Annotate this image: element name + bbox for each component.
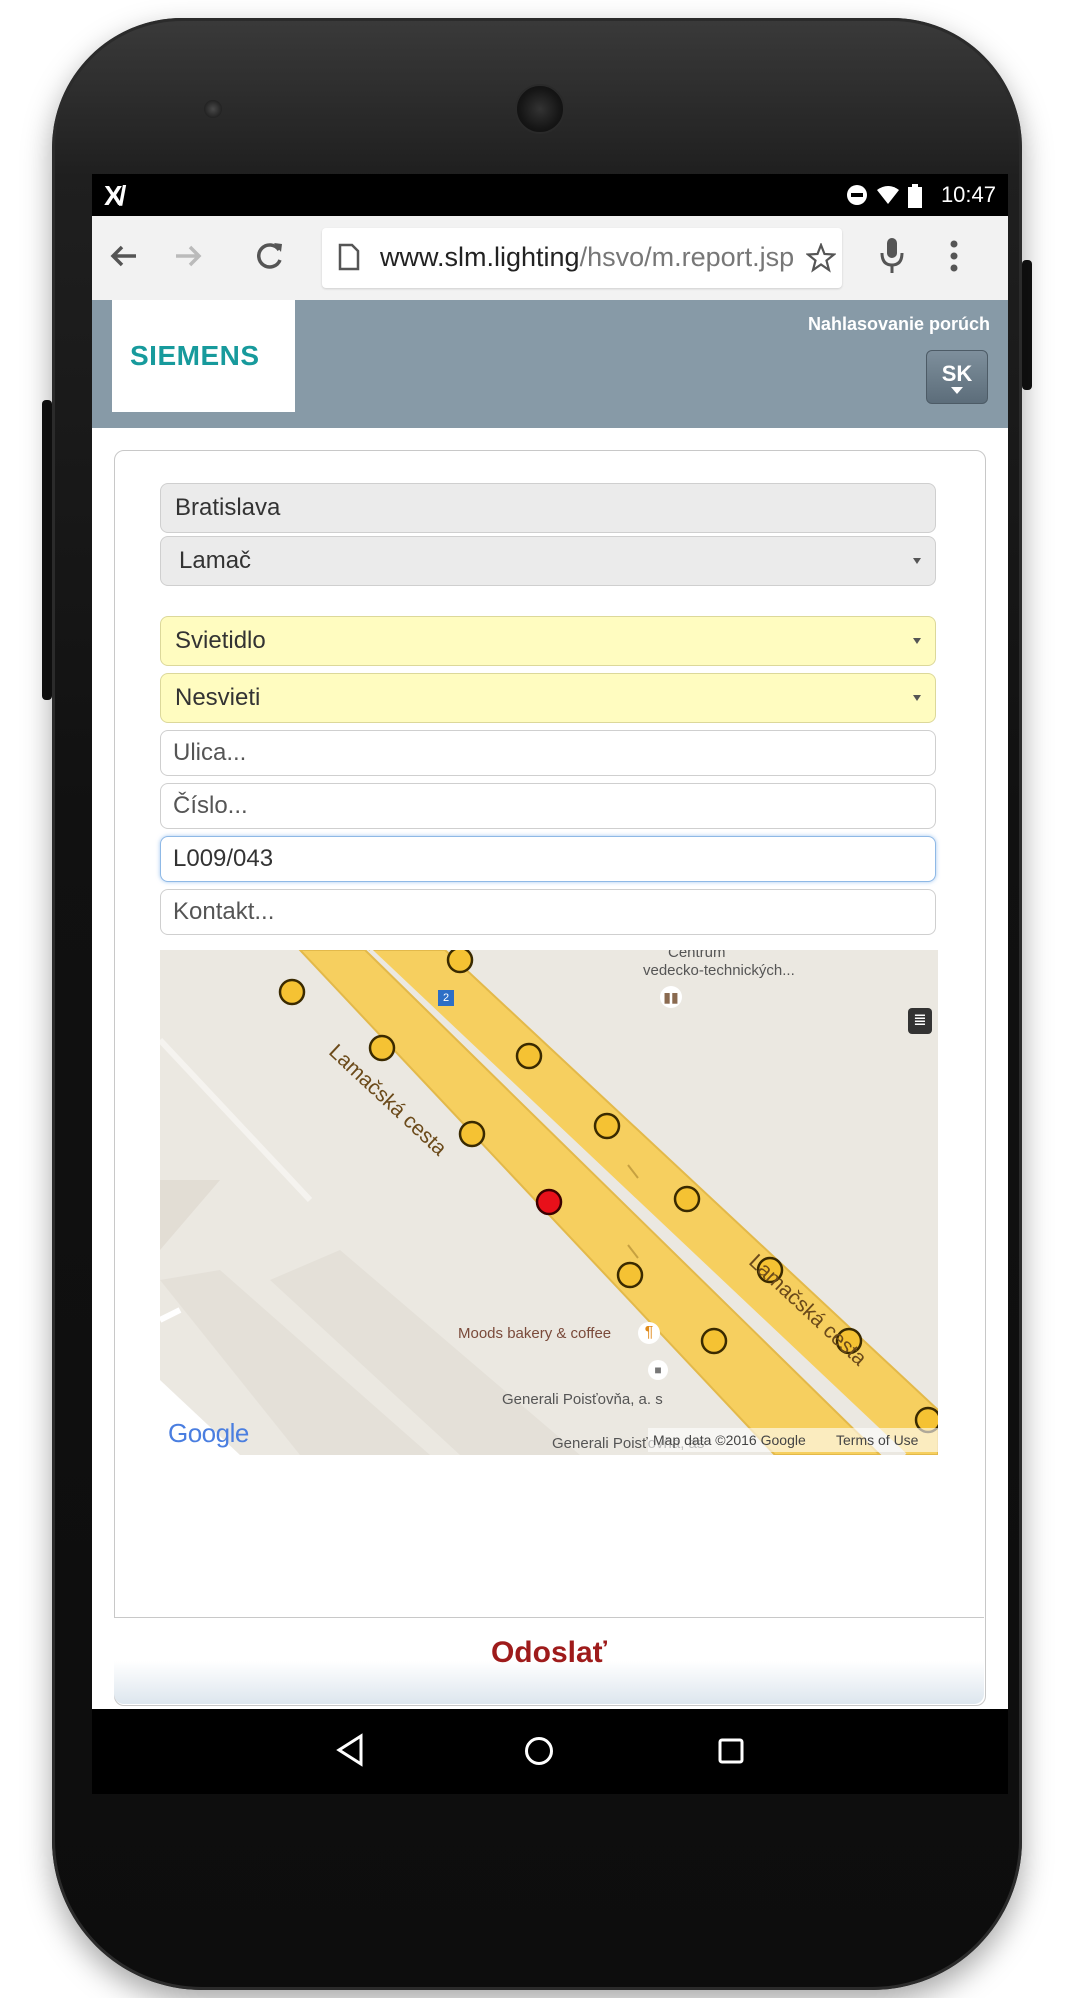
back-arrow-icon[interactable] — [106, 238, 142, 274]
reload-icon[interactable] — [252, 238, 286, 274]
microphone-icon[interactable] — [878, 236, 906, 276]
browser-toolbar: www.slm.lighting/hsvo/m.report.jsp — [92, 216, 1008, 301]
lamp-id-value: L009/043 — [173, 845, 274, 872]
bookmark-star-icon[interactable] — [806, 243, 836, 273]
select-arrow-icon — [913, 638, 921, 644]
layers-icon[interactable]: ≣ — [908, 1008, 932, 1034]
contact-input[interactable]: Kontakt... — [160, 889, 936, 935]
language-label: SK — [941, 361, 973, 386]
fault-type-value: Nesvieti — [175, 684, 261, 711]
power-button — [1022, 260, 1032, 390]
map-canvas — [160, 950, 938, 1455]
object-type-value: Svietidlo — [175, 627, 266, 654]
wifi-icon — [877, 186, 899, 204]
volume-button — [42, 400, 52, 700]
city-field[interactable]: Bratislava — [160, 483, 936, 533]
chevron-down-icon — [951, 387, 963, 394]
number-placeholder: Číslo... — [173, 792, 248, 819]
bus-stop-icon: 2 — [438, 990, 454, 1006]
app-notification-icon: X/ — [104, 180, 127, 211]
fault-type-select[interactable]: Nesvieti — [160, 673, 936, 723]
android-nav-bar — [92, 1709, 1008, 1794]
poi-centrum-line2: vedecko-technických... — [643, 962, 795, 979]
do-not-disturb-icon — [847, 185, 867, 205]
site-header: SIEMENS Nahlasovanie porúch SK — [92, 300, 1008, 428]
status-time: 10:47 — [940, 182, 996, 207]
earpiece-speaker — [515, 84, 565, 134]
map-view[interactable]: Lamačská cesta Lamačská cesta Centrum ve… — [160, 950, 938, 1455]
select-arrow-icon — [913, 695, 921, 701]
city-value: Bratislava — [175, 494, 281, 521]
terms-of-use-link[interactable]: Terms of Use — [836, 1432, 918, 1448]
front-camera — [204, 100, 222, 118]
forward-arrow-icon[interactable] — [170, 238, 206, 274]
poi-bakery: Moods bakery & coffee — [458, 1325, 612, 1342]
battery-icon — [908, 184, 922, 208]
siemens-logo[interactable]: SIEMENS — [112, 300, 295, 412]
back-triangle-icon[interactable] — [335, 1733, 365, 1767]
object-type-select[interactable]: Svietidlo — [160, 616, 936, 666]
restaurant-icon: ¶ — [638, 1322, 660, 1344]
district-value: Lamač — [179, 547, 252, 574]
poi-centrum-line1: Centrum — [668, 950, 726, 961]
language-selector[interactable]: SK — [926, 350, 988, 404]
google-logo: Google — [168, 1418, 249, 1448]
office-icon: ■ — [648, 1360, 668, 1380]
home-circle-icon[interactable] — [523, 1735, 555, 1767]
url-path: /hsvo/m.report.jsp — [579, 242, 795, 272]
overflow-menu-icon[interactable] — [948, 238, 960, 274]
street-input[interactable]: Ulica... — [160, 730, 936, 776]
bus-stop-number: 2 — [442, 992, 450, 1004]
district-select[interactable]: Lamač — [160, 536, 936, 586]
number-input[interactable]: Číslo... — [160, 783, 936, 829]
page-info-icon[interactable] — [338, 243, 360, 271]
library-icon: ▮▮ — [660, 986, 682, 1008]
street-placeholder: Ulica... — [173, 739, 247, 766]
poi-generali: Generali Poisťovňa, a. s — [502, 1391, 663, 1408]
phone-screen: X/ 10:47 www.slm.lighting/hsvo/m.report.… — [92, 174, 1008, 1794]
url-host: www.slm.lighting — [380, 242, 580, 272]
map-attribution: Map data ©2016 Google — [653, 1432, 806, 1448]
select-arrow-icon — [913, 558, 921, 564]
recents-square-icon[interactable] — [717, 1737, 745, 1765]
lamp-id-input[interactable]: L009/043 — [160, 836, 936, 882]
fault-report-link[interactable]: Nahlasovanie porúch — [808, 314, 990, 335]
contact-placeholder: Kontakt... — [173, 898, 275, 925]
status-bar: X/ 10:47 — [92, 174, 1008, 216]
url-field[interactable]: www.slm.lighting/hsvo/m.report.jsp — [322, 228, 842, 288]
brand-logo-text: SIEMENS — [130, 340, 260, 371]
